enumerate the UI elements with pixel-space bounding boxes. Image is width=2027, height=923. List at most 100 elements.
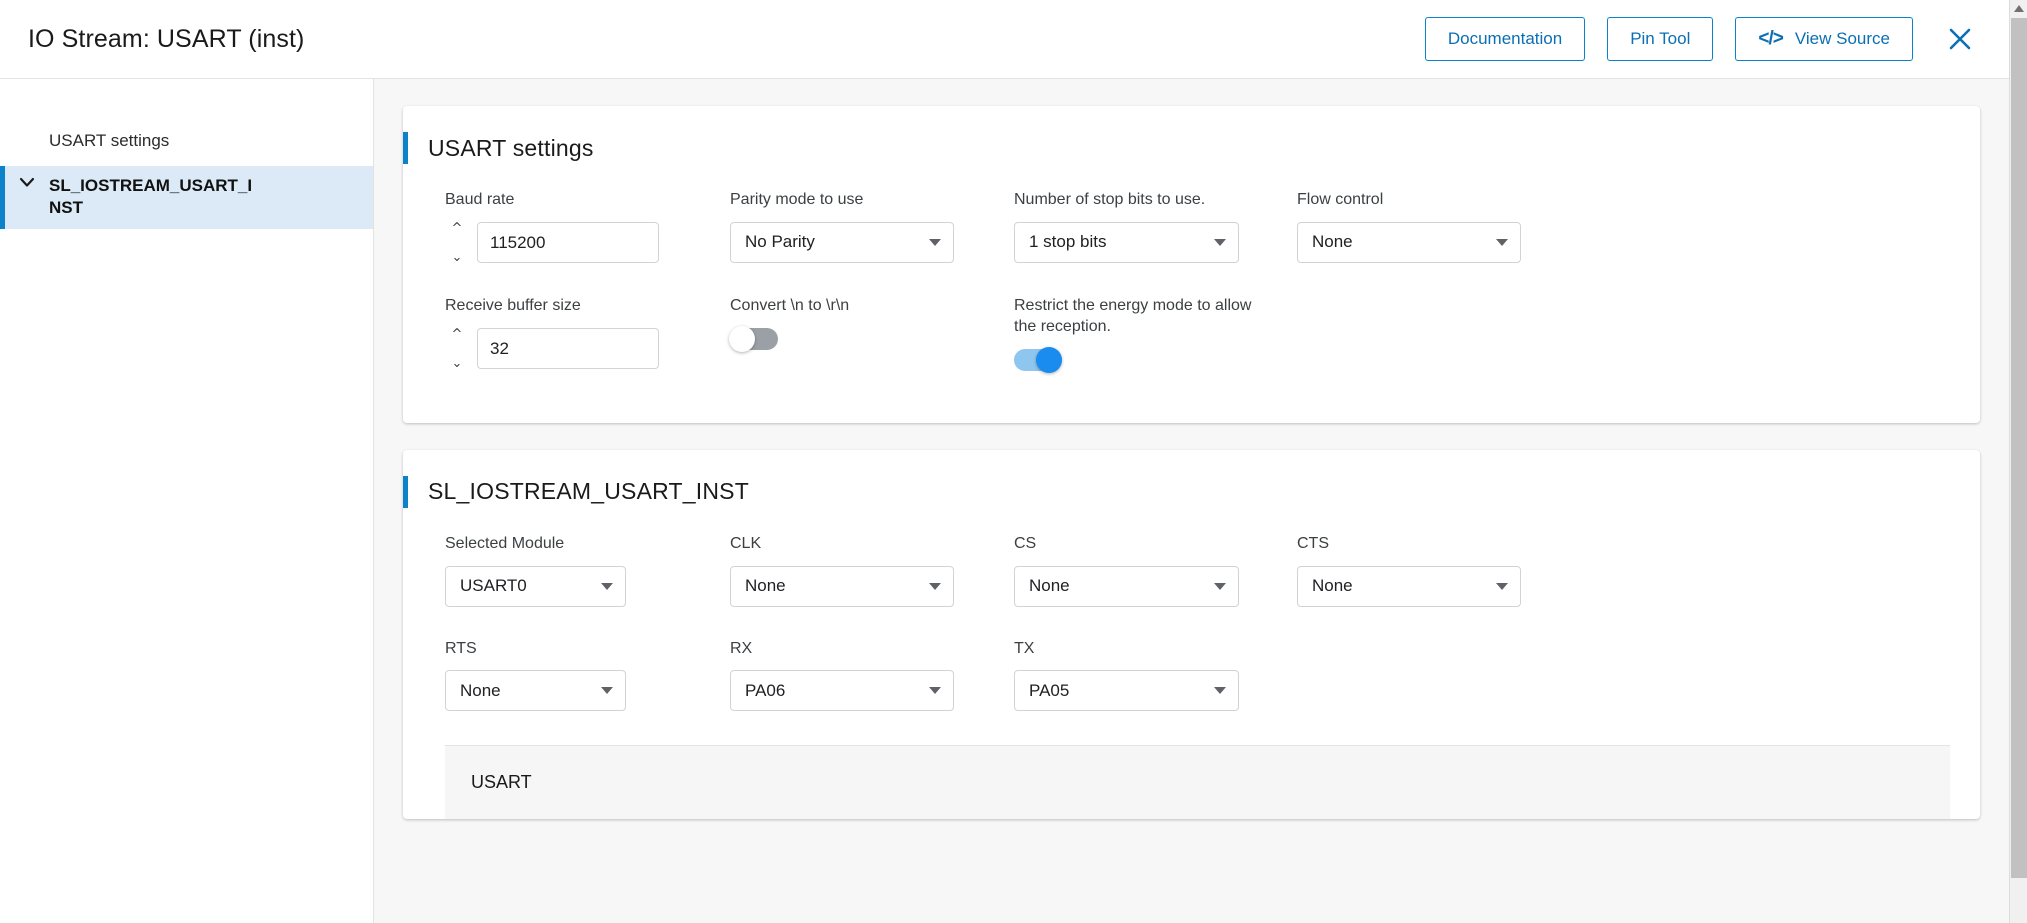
field-row-2: RTS None RX PA06 TX PA05: [445, 613, 1980, 718]
parity-mode-select[interactable]: No Parity: [730, 221, 954, 263]
field-label: TX: [1014, 639, 1035, 657]
field-label: RTS: [445, 639, 477, 657]
stop-bits-select[interactable]: 1 stop bits: [1014, 221, 1239, 263]
chevron-down-icon: [1214, 582, 1226, 590]
card-header: USART settings: [403, 106, 1980, 164]
field-label: CS: [1014, 534, 1037, 552]
usart-settings-fields: Baud rate ^ ⌄ Parity mode to use No Pari…: [403, 164, 1980, 423]
card-accent-bar: [403, 475, 408, 508]
field-label: Number of stop bits to use.: [1014, 191, 1206, 208]
select-value: 1 stop bits: [1029, 232, 1107, 252]
card-bottom-spacer: [445, 377, 1980, 423]
chevron-down-icon: [929, 582, 941, 590]
sidebar: « USART settings SL_IOSTREAM_USART_INST: [0, 79, 374, 923]
field-cs: CS None: [1014, 534, 1297, 607]
instance-fields: Selected Module USART0 CLK None CS None …: [403, 508, 1980, 718]
close-icon[interactable]: [1943, 22, 1977, 56]
documentation-button-label: Documentation: [1447, 29, 1563, 48]
select-value: None: [460, 680, 501, 700]
sidebar-item-usart-settings[interactable]: USART settings: [0, 121, 373, 166]
chevron-down-icon: [1496, 582, 1508, 590]
stepper-down-icon[interactable]: ⌄: [445, 357, 469, 370]
chevron-down-icon: [1214, 238, 1226, 246]
field-label: Receive buffer size: [445, 296, 581, 314]
select-value: None: [745, 576, 786, 596]
card-title: SL_IOSTREAM_USART_INST: [428, 478, 749, 505]
select-value: No Parity: [745, 232, 815, 252]
scroll-up-arrow-icon[interactable]: [2010, 0, 2027, 17]
cts-select[interactable]: None: [1297, 565, 1521, 607]
select-value: None: [1312, 576, 1353, 596]
view-source-button[interactable]: </> View Source: [1735, 17, 1913, 61]
chevron-down-icon: [1214, 687, 1226, 695]
restrict-energy-mode-toggle[interactable]: [1014, 346, 1062, 373]
stepper-up-icon[interactable]: ^: [445, 222, 469, 235]
select-value: PA06: [745, 680, 786, 700]
field-label: RX: [730, 639, 753, 657]
sidebar-item-sl-iostream-usart-inst[interactable]: SL_IOSTREAM_USART_INST: [0, 166, 373, 229]
field-stop-bits: Number of stop bits to use. 1 stop bits: [1014, 190, 1297, 264]
field-restrict-energy-mode: Restrict the energy mode to allow the re…: [1014, 296, 1297, 373]
field-row-2-spacer: [1297, 639, 1580, 712]
chevron-down-icon: [1496, 238, 1508, 246]
field-rx: RX PA06: [730, 639, 1014, 712]
select-value: None: [1029, 576, 1070, 596]
documentation-button[interactable]: Documentation: [1424, 17, 1586, 61]
field-label: Restrict the energy mode to allow the re…: [1014, 296, 1252, 335]
field-label: CLK: [730, 534, 762, 552]
sidebar-item-label: SL_IOSTREAM_USART_INST: [49, 176, 253, 218]
chevron-down-icon: [929, 238, 941, 246]
field-row-2-spacer: [1297, 296, 1580, 371]
card-usart-settings: USART settings Baud rate ^ ⌄ Parity: [403, 106, 1980, 423]
settings-tree: USART settings SL_IOSTREAM_USART_INST: [0, 121, 373, 229]
scrollbar-thumb[interactable]: [2011, 18, 2027, 878]
select-value: USART0: [460, 576, 527, 596]
field-tx: TX PA05: [1014, 639, 1297, 712]
field-row-2: Receive buffer size ^ ⌄ Convert \n to \r…: [445, 270, 1980, 377]
select-value: None: [1312, 232, 1353, 252]
page-title: IO Stream: USART (inst): [28, 24, 305, 53]
sidebar-item-label: USART settings: [49, 131, 170, 150]
tree-chevron-icon-placeholder: [5, 130, 49, 132]
convert-newline-toggle[interactable]: [729, 325, 778, 352]
window-scrollbar[interactable]: [2009, 0, 2027, 923]
chevron-down-icon[interactable]: [5, 175, 49, 188]
field-label: Convert \n to \r\n: [730, 296, 850, 314]
card-sl-iostream-usart-inst: SL_IOSTREAM_USART_INST Selected Module U…: [403, 449, 1980, 820]
field-flow-control: Flow control None: [1297, 190, 1580, 264]
stepper-up-icon[interactable]: ^: [445, 328, 469, 341]
clk-select[interactable]: None: [730, 565, 954, 607]
flow-control-select[interactable]: None: [1297, 221, 1521, 263]
chevron-down-icon: [929, 687, 941, 695]
field-label: Baud rate: [445, 191, 515, 208]
field-convert-newline: Convert \n to \r\n: [729, 296, 1014, 371]
pin-tool-button[interactable]: Pin Tool: [1607, 17, 1714, 61]
tx-select[interactable]: PA05: [1014, 670, 1239, 712]
receive-buffer-size-stepper[interactable]: ^ ⌄: [445, 328, 469, 370]
rts-select[interactable]: None: [445, 670, 626, 712]
baud-rate-control: ^ ⌄: [445, 222, 730, 264]
field-row-1: Baud rate ^ ⌄ Parity mode to use No Pari…: [445, 164, 1980, 270]
receive-buffer-size-control: ^ ⌄: [445, 328, 730, 370]
rx-select[interactable]: PA06: [730, 670, 954, 712]
field-baud-rate: Baud rate ^ ⌄: [445, 190, 730, 264]
field-selected-module: Selected Module USART0: [445, 534, 730, 607]
field-clk: CLK None: [730, 534, 1014, 607]
card-accent-bar: [403, 132, 408, 164]
baud-rate-input[interactable]: [477, 222, 659, 264]
chevron-down-icon: [601, 582, 613, 590]
field-label: CTS: [1297, 534, 1329, 552]
field-label: Selected Module: [445, 534, 565, 552]
sub-panel-title: USART: [471, 772, 532, 793]
field-rts: RTS None: [445, 639, 730, 712]
view-source-button-label: View Source: [1794, 29, 1890, 48]
main-content: USART settings Baud rate ^ ⌄ Parity: [375, 79, 2009, 923]
stepper-down-icon[interactable]: ⌄: [445, 251, 469, 264]
field-parity-mode: Parity mode to use No Parity: [730, 190, 1014, 264]
receive-buffer-size-input[interactable]: [477, 328, 659, 370]
field-receive-buffer-size: Receive buffer size ^ ⌄: [445, 296, 730, 371]
code-icon: </>: [1758, 28, 1784, 49]
baud-rate-stepper[interactable]: ^ ⌄: [445, 222, 469, 264]
cs-select[interactable]: None: [1014, 565, 1239, 607]
selected-module-select[interactable]: USART0: [445, 565, 626, 607]
